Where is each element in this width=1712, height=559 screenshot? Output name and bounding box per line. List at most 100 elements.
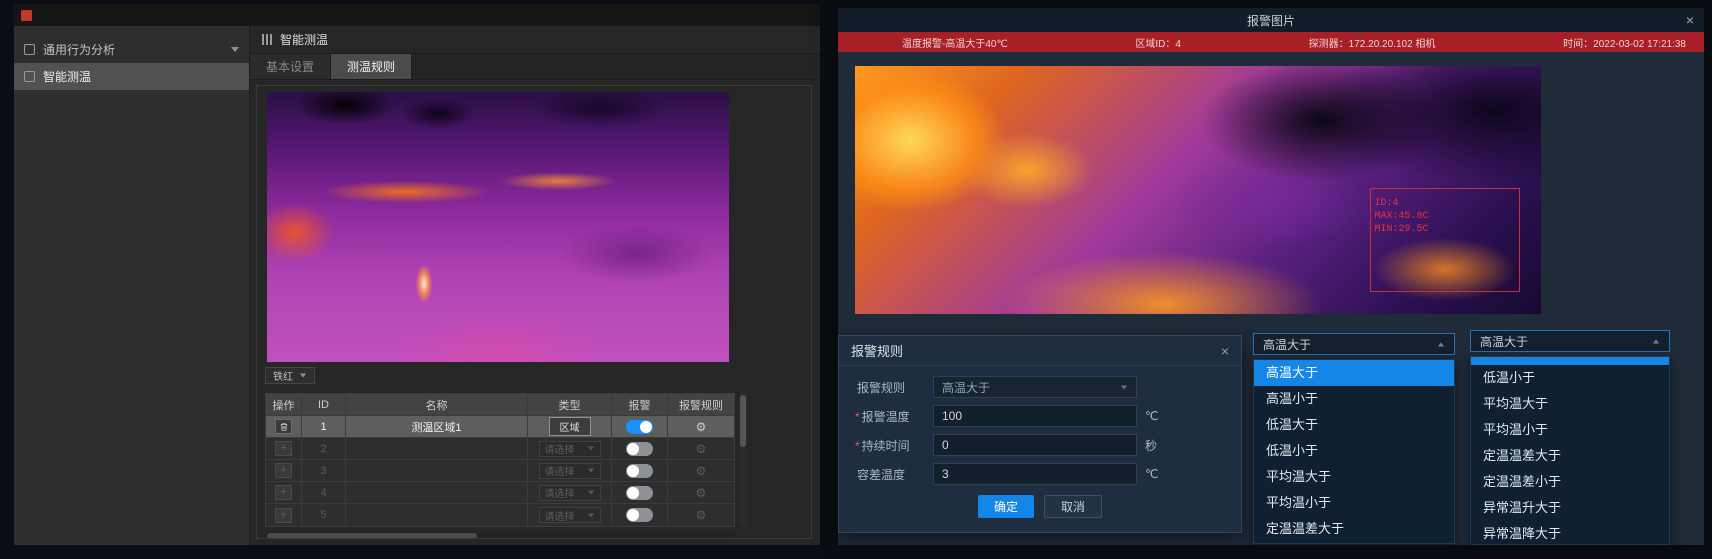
alarm-temperature-input[interactable] bbox=[933, 405, 1137, 427]
type-select[interactable]: 请选择 bbox=[539, 463, 601, 479]
field-unit: ℃ bbox=[1145, 409, 1158, 423]
option-item[interactable]: 定温温差大于 bbox=[1254, 516, 1454, 542]
gear-icon[interactable]: ⚙ bbox=[696, 487, 707, 499]
option-item[interactable]: 异常温升大于 bbox=[1471, 495, 1669, 521]
option-item[interactable]: 高温小于 bbox=[1254, 386, 1454, 412]
modal-title: 报警图片 bbox=[1247, 12, 1295, 29]
confirm-button[interactable]: 确定 bbox=[978, 495, 1034, 518]
plus-icon: + bbox=[280, 510, 286, 521]
option-item[interactable]: 高温大于 bbox=[1254, 360, 1454, 386]
scrollbar-thumb[interactable] bbox=[740, 395, 746, 447]
option-item[interactable]: 低温小于 bbox=[1471, 365, 1669, 391]
alarm-toggle[interactable] bbox=[626, 442, 653, 456]
plus-icon: + bbox=[280, 443, 286, 454]
rule-type-dropdown-1: 高温大于 高温大于 高温小于 低温大于 低温小于 平均温大于 平均温小于 定温温… bbox=[1253, 333, 1455, 544]
gear-icon[interactable]: ⚙ bbox=[696, 465, 707, 477]
alarm-rule-type-select[interactable]: 高温大于 bbox=[933, 376, 1137, 398]
option-item[interactable]: 平均温小于 bbox=[1471, 417, 1669, 443]
alarm-detector-text: 探测器：172.20.20.102 相机 bbox=[1309, 35, 1436, 50]
alarm-toggle[interactable] bbox=[626, 464, 653, 478]
table-row[interactable]: + 2 请选择 ⚙ bbox=[266, 438, 734, 460]
tab-thermometry-rules[interactable]: 测温规则 bbox=[331, 54, 412, 79]
close-icon[interactable]: × bbox=[1686, 8, 1694, 32]
gear-icon[interactable]: ⚙ bbox=[696, 421, 707, 433]
alarm-thermal-image: ID:4 MAX:45.8C MIN:29.5C bbox=[855, 66, 1541, 314]
horizontal-scrollbar[interactable] bbox=[265, 532, 735, 539]
table-row[interactable]: + 3 请选择 ⚙ bbox=[266, 460, 734, 482]
type-select-value: 请选择 bbox=[545, 463, 575, 478]
alarm-time-text: 时间：2022-03-02 17:21:38 bbox=[1563, 35, 1686, 50]
option-item[interactable]: 低温大于 bbox=[1254, 412, 1454, 438]
duration-input[interactable] bbox=[933, 434, 1137, 456]
tab-basic-settings[interactable]: 基本设置 bbox=[250, 54, 331, 79]
behavior-analysis-icon bbox=[24, 44, 35, 55]
rule-type-options-2: 低温大于 低温小于 平均温大于 平均温小于 定温温差大于 定温温差小于 异常温升… bbox=[1470, 356, 1670, 545]
type-select[interactable]: 请选择 bbox=[539, 441, 601, 457]
region-type-button[interactable]: 区域 bbox=[549, 417, 591, 436]
dialog-title: 报警规则 bbox=[851, 341, 903, 360]
alarm-rules-dialog: 报警规则 × 报警规则 高温大于 *报警温度 bbox=[838, 335, 1242, 533]
chevron-down-icon bbox=[300, 374, 306, 378]
palette-select[interactable]: 铁红 bbox=[265, 367, 315, 384]
option-item[interactable]: 定温温差小于 bbox=[1254, 542, 1454, 544]
alarm-type-text: 温度报警-高温大于40℃ bbox=[902, 35, 1008, 50]
option-item[interactable]: 低温小于 bbox=[1254, 438, 1454, 464]
field-label: 容差温度 bbox=[855, 466, 933, 483]
alarm-info-bar: 温度报警-高温大于40℃ 区域ID：4 探测器：172.20.20.102 相机… bbox=[838, 32, 1704, 52]
add-row-button[interactable]: + bbox=[275, 441, 292, 456]
table-row[interactable]: + 4 请选择 ⚙ bbox=[266, 482, 734, 504]
gear-icon[interactable]: ⚙ bbox=[696, 509, 707, 521]
alarm-toggle[interactable] bbox=[626, 486, 653, 500]
row-name bbox=[346, 504, 528, 526]
sidebar-item-smart-thermometry[interactable]: 智能测温 bbox=[14, 63, 249, 90]
row-name bbox=[346, 438, 528, 459]
required-star: * bbox=[855, 439, 860, 453]
option-item[interactable]: 平均温大于 bbox=[1254, 464, 1454, 490]
rule-type-select-1[interactable]: 高温大于 bbox=[1253, 333, 1455, 355]
option-item[interactable]: 平均温大于 bbox=[1471, 391, 1669, 417]
chevron-up-icon bbox=[1438, 342, 1444, 346]
add-row-button[interactable]: + bbox=[275, 508, 292, 523]
rule-type-dropdown-2: 高温大于 低温大于 低温小于 平均温大于 平均温小于 定温温差大于 定温温差小于… bbox=[1470, 330, 1670, 545]
sidebar: 通用行为分析 智能测温 bbox=[14, 26, 250, 545]
close-icon[interactable]: × bbox=[1221, 343, 1229, 359]
option-item[interactable]: 异常温降大于 bbox=[1471, 521, 1669, 545]
rule-type-select-2[interactable]: 高温大于 bbox=[1470, 330, 1670, 352]
sidebar-item-behavior-analysis[interactable]: 通用行为分析 bbox=[14, 36, 249, 63]
select-value: 高温大于 bbox=[1480, 333, 1528, 350]
row-name: 测温区域1 bbox=[346, 416, 528, 437]
alarm-toggle[interactable] bbox=[626, 508, 653, 522]
required-star: * bbox=[855, 410, 860, 424]
table-header-row: 操作 ID 名称 类型 报警 报警规则 bbox=[266, 394, 734, 416]
option-item[interactable]: 定温温差大于 bbox=[1471, 443, 1669, 469]
content-area: 智能测温 基本设置 测温规则 铁红 bbox=[250, 26, 820, 545]
table-row[interactable]: 1 测温区域1 区域 ⚙ bbox=[266, 416, 734, 438]
field-unit: 秒 bbox=[1145, 437, 1157, 454]
gear-icon[interactable]: ⚙ bbox=[696, 443, 707, 455]
col-header-alarm: 报警 bbox=[612, 394, 668, 415]
option-item[interactable]: 定温温差小于 bbox=[1471, 469, 1669, 495]
type-select[interactable]: 请选择 bbox=[539, 485, 601, 501]
chevron-down-icon bbox=[587, 513, 593, 517]
row-id: 1 bbox=[302, 416, 346, 437]
cancel-button[interactable]: 取消 bbox=[1044, 495, 1102, 518]
option-item[interactable]: 平均温小于 bbox=[1254, 490, 1454, 516]
option-item[interactable]: 低温大于 bbox=[1471, 356, 1669, 365]
field-label: *持续时间 bbox=[855, 437, 933, 454]
delete-row-button[interactable] bbox=[275, 419, 292, 434]
type-select[interactable]: 请选择 bbox=[539, 507, 601, 523]
type-select-value: 请选择 bbox=[545, 508, 575, 523]
col-header-alarm-rule: 报警规则 bbox=[668, 394, 734, 415]
tolerance-temperature-input[interactable] bbox=[933, 463, 1137, 485]
scrollbar-thumb[interactable] bbox=[267, 533, 477, 539]
vertical-scrollbar[interactable] bbox=[739, 393, 747, 525]
table-row[interactable]: + 5 请选择 ⚙ bbox=[266, 504, 734, 526]
field-label: *报警温度 bbox=[855, 408, 933, 425]
add-row-button[interactable]: + bbox=[275, 463, 292, 478]
chevron-down-icon bbox=[1121, 385, 1127, 389]
annotation-readout: ID:4 MAX:45.8C MIN:29.5C bbox=[1375, 197, 1429, 236]
app-logo bbox=[21, 10, 32, 21]
alarm-toggle[interactable] bbox=[626, 420, 653, 434]
col-header-name: 名称 bbox=[346, 394, 528, 415]
add-row-button[interactable]: + bbox=[275, 485, 292, 500]
